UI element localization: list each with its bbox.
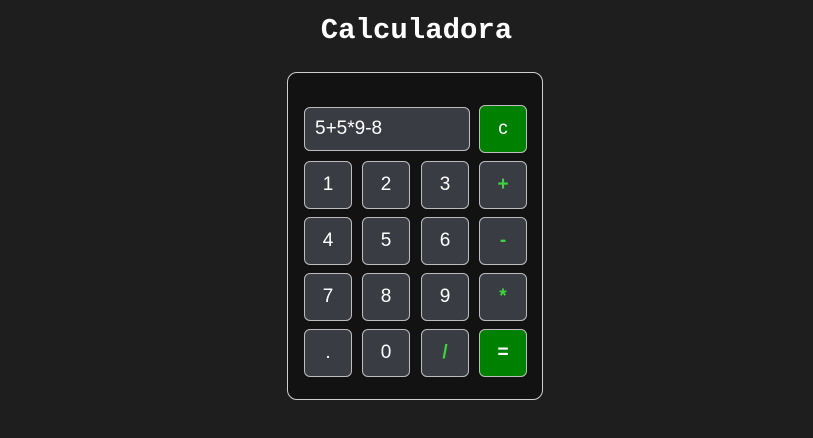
clear-button[interactable]: c [479, 105, 527, 153]
digit-7-button[interactable]: 7 [304, 273, 352, 321]
equals-button[interactable]: = [479, 329, 527, 377]
decimal-point-button[interactable]: . [304, 329, 352, 377]
digit-2-button[interactable]: 2 [362, 161, 410, 209]
calculator-display[interactable] [304, 107, 470, 151]
multiply-button[interactable]: * [479, 273, 527, 321]
digit-8-button[interactable]: 8 [362, 273, 410, 321]
digit-3-button[interactable]: 3 [421, 161, 469, 209]
digit-6-button[interactable]: 6 [421, 217, 469, 265]
page-title: Calculadora [320, 14, 513, 47]
digit-0-button[interactable]: 0 [362, 329, 410, 377]
plus-button[interactable]: + [479, 161, 527, 209]
digit-1-button[interactable]: 1 [304, 161, 352, 209]
minus-button[interactable]: - [479, 217, 527, 265]
digit-9-button[interactable]: 9 [421, 273, 469, 321]
digit-5-button[interactable]: 5 [362, 217, 410, 265]
divide-button[interactable]: / [421, 329, 469, 377]
digit-4-button[interactable]: 4 [304, 217, 352, 265]
